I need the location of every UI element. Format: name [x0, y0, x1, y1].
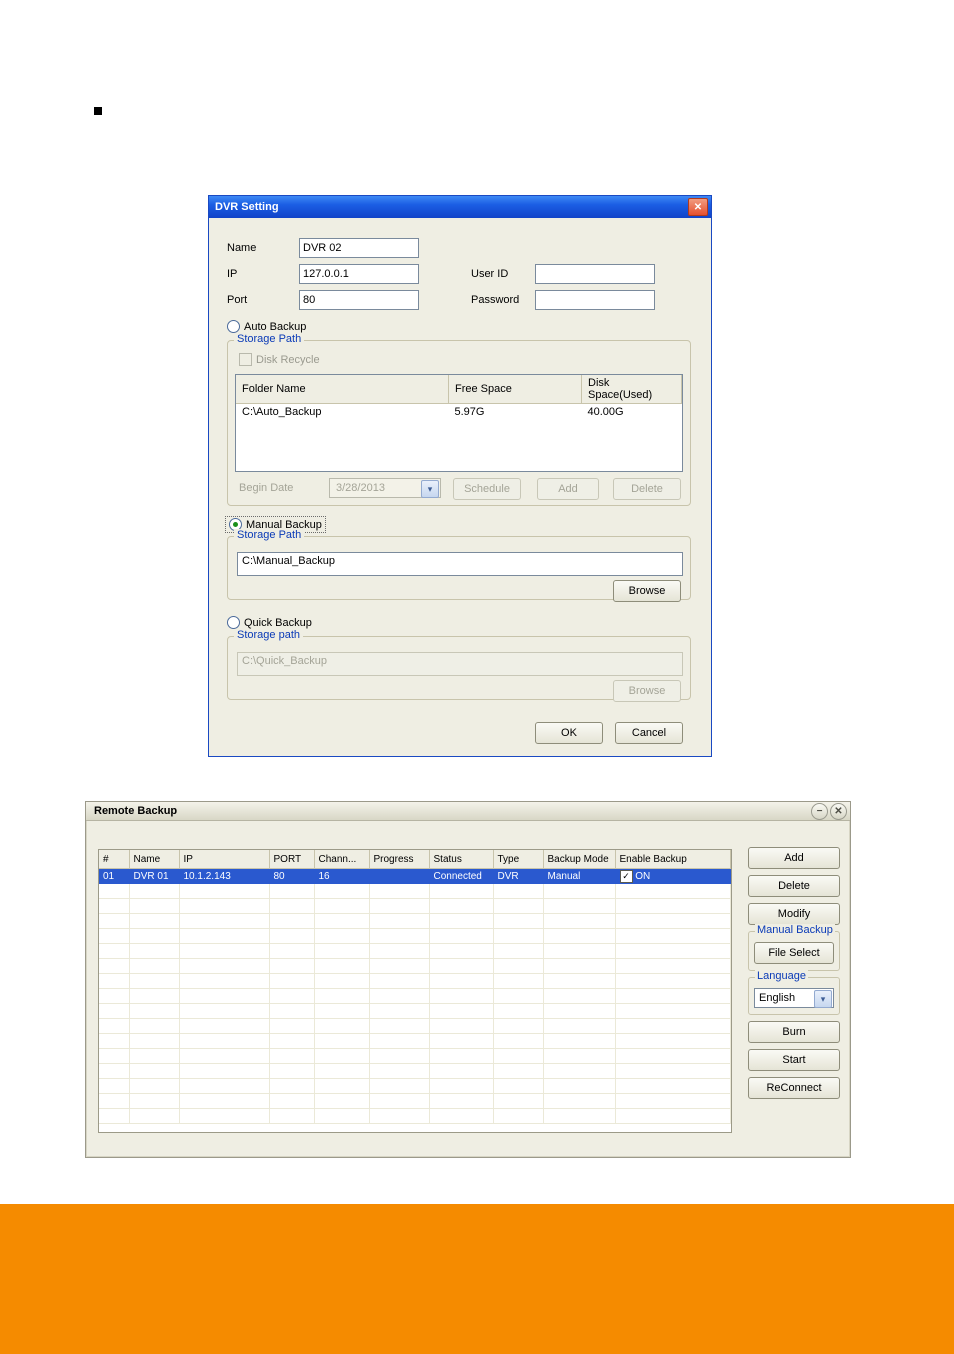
page: DVR Setting ✕ Name IP Port User ID Passw…: [0, 0, 954, 1354]
begin-date-combo: 3/28/2013 ▾: [329, 478, 441, 498]
table-row[interactable]: [99, 959, 731, 974]
reconnect-button[interactable]: ReConnect: [748, 1077, 840, 1099]
start-button[interactable]: Start: [748, 1049, 840, 1071]
table-row[interactable]: [99, 1019, 731, 1034]
remote-backup-window: Remote Backup − ✕ # Name IP: [85, 801, 851, 1158]
browse-manual-button[interactable]: Browse: [613, 580, 681, 602]
col-diskspace[interactable]: Disk Space(Used): [582, 375, 682, 404]
col-ip[interactable]: IP: [179, 850, 269, 869]
port-input[interactable]: [299, 290, 419, 310]
name-input[interactable]: [299, 238, 419, 258]
table-row[interactable]: [99, 1094, 731, 1109]
chevron-down-icon[interactable]: ▾: [814, 990, 832, 1008]
table-row[interactable]: [99, 1064, 731, 1079]
col-chan[interactable]: Chann...: [314, 850, 369, 869]
quick-backup-radio[interactable]: Quick Backup: [227, 616, 312, 629]
auto-backup-radio[interactable]: Auto Backup: [227, 320, 306, 333]
ip-input[interactable]: [299, 264, 419, 284]
add-button[interactable]: Add: [748, 847, 840, 869]
col-folder[interactable]: Folder Name: [236, 375, 449, 404]
table-row[interactable]: [99, 1004, 731, 1019]
delete-button: Delete: [613, 478, 681, 500]
chevron-down-icon: ▾: [421, 480, 439, 498]
add-button: Add: [537, 478, 599, 500]
modify-button[interactable]: Modify: [748, 903, 840, 925]
table-row[interactable]: [99, 944, 731, 959]
begin-date-label: Begin Date: [239, 482, 293, 494]
password-label: Password: [471, 294, 519, 306]
ok-button[interactable]: OK: [535, 722, 603, 744]
storage-path-legend: Storage Path: [234, 333, 304, 345]
storage-path-legend2: Storage Path: [234, 529, 304, 541]
table-row[interactable]: 01 DVR 01 10.1.2.143 80 16 Connected DVR…: [99, 869, 731, 884]
dvr-setting-dialog: DVR Setting ✕ Name IP Port User ID Passw…: [208, 195, 712, 757]
table-row[interactable]: [99, 899, 731, 914]
table-row[interactable]: [99, 989, 731, 1004]
port-label: Port: [227, 294, 247, 306]
ip-label: IP: [227, 268, 237, 280]
manual-backup-group: Manual Backup File Select: [748, 931, 840, 971]
col-freespace[interactable]: Free Space: [449, 375, 582, 404]
remote-backup-title: Remote Backup: [94, 805, 177, 817]
titlebar[interactable]: DVR Setting ✕: [209, 196, 711, 218]
language-select[interactable]: English ▾: [754, 988, 834, 1008]
enable-checkbox[interactable]: ✓: [620, 870, 633, 883]
col-port[interactable]: PORT: [269, 850, 314, 869]
table-row[interactable]: [99, 1079, 731, 1094]
schedule-button: Schedule: [453, 478, 521, 500]
table-row[interactable]: [99, 929, 731, 944]
table-row[interactable]: [99, 974, 731, 989]
name-label: Name: [227, 242, 256, 254]
manual-path-box[interactable]: C:\Manual_Backup: [237, 552, 683, 576]
table-row[interactable]: [99, 884, 731, 899]
manual-backup-legend: Manual Backup: [755, 924, 835, 936]
table-row[interactable]: [99, 1109, 731, 1124]
userid-label: User ID: [471, 268, 508, 280]
table-row[interactable]: [99, 1034, 731, 1049]
dialog-body: Name IP Port User ID Password Auto Backu…: [209, 218, 711, 756]
remote-backup-titlebar[interactable]: Remote Backup − ✕: [86, 802, 850, 821]
cancel-button[interactable]: Cancel: [615, 722, 683, 744]
col-num[interactable]: #: [99, 850, 129, 869]
password-input[interactable]: [535, 290, 655, 310]
language-group: Language English ▾: [748, 977, 840, 1015]
folder-grid[interactable]: Folder Name Free Space Disk Space(Used) …: [235, 374, 683, 472]
side-panel: Add Delete Modify Manual Backup File Sel…: [748, 847, 840, 1105]
remote-backup-body: # Name IP PORT Chann... Progress Status …: [86, 821, 850, 1158]
backup-grid[interactable]: # Name IP PORT Chann... Progress Status …: [98, 849, 732, 1133]
col-name[interactable]: Name: [129, 850, 179, 869]
orange-footer: [0, 1204, 954, 1354]
col-progress[interactable]: Progress: [369, 850, 429, 869]
delete-button[interactable]: Delete: [748, 875, 840, 897]
burn-button[interactable]: Burn: [748, 1021, 840, 1043]
bullet-square: [94, 107, 102, 115]
table-row[interactable]: C:\Auto_Backup 5.97G 40.00G: [236, 404, 682, 421]
language-legend: Language: [755, 970, 808, 982]
disk-recycle-checkbox: Disk Recycle: [239, 353, 320, 366]
close-icon[interactable]: ✕: [688, 198, 708, 216]
col-enable[interactable]: Enable Backup: [615, 850, 731, 869]
file-select-button[interactable]: File Select: [754, 942, 834, 964]
table-row[interactable]: [99, 1049, 731, 1064]
table-row[interactable]: [99, 914, 731, 929]
close-icon[interactable]: ✕: [830, 803, 847, 820]
minimize-icon[interactable]: −: [811, 803, 828, 820]
col-type[interactable]: Type: [493, 850, 543, 869]
col-mode[interactable]: Backup Mode: [543, 850, 615, 869]
userid-input[interactable]: [535, 264, 655, 284]
browse-quick-button: Browse: [613, 680, 681, 702]
dialog-title: DVR Setting: [215, 201, 279, 213]
storage-path-legend3: Storage path: [234, 629, 303, 641]
quick-path-box: C:\Quick_Backup: [237, 652, 683, 676]
col-status[interactable]: Status: [429, 850, 493, 869]
